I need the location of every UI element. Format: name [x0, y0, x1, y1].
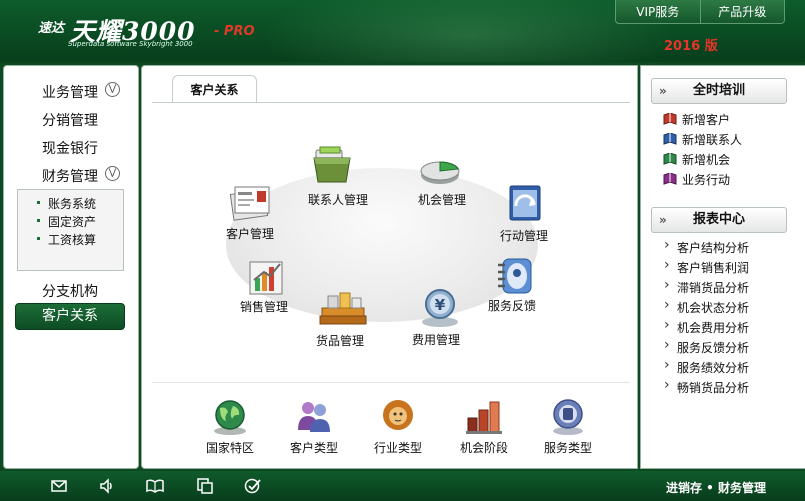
nav-business-management[interactable]: 业务管理 [42, 82, 98, 102]
finance-submenu: 账务系统 固定资产 工资核算 [17, 189, 124, 271]
category-industry-type[interactable]: 行业类型 [368, 398, 428, 458]
nav-distribution-management[interactable]: 分销管理 [42, 110, 98, 130]
book-icon [663, 173, 677, 185]
chevron-down-icon[interactable]: ⋁ [105, 82, 120, 97]
logo-pro: - PRO [214, 24, 255, 39]
app-header: 速达 天耀3000 - PRO Superdata software Skybr… [0, 0, 805, 62]
calendar-icon [509, 185, 541, 221]
module-sales-label: 销售管理 [240, 300, 289, 314]
training-business-action[interactable]: 业务行动 [663, 171, 731, 188]
category-service-type-label: 服务类型 [543, 441, 592, 455]
right-panel: » 全时培训 新增客户 新增联系人 新增机会 业务行动 » 报表中心 客户结构分… [640, 65, 805, 469]
module-contacts[interactable]: 联系人管理 [308, 146, 368, 207]
book-icon [663, 153, 677, 165]
report-header[interactable]: » 报表中心 [651, 207, 787, 233]
svg-text:¥: ¥ [435, 296, 446, 314]
top-buttons: VIP服务 产品升级 [615, 0, 785, 24]
nav-crm-active[interactable]: 客户关系 [15, 303, 125, 330]
report-opportunity-status[interactable]: 机会状态分析 [664, 297, 749, 316]
copy-icon[interactable] [196, 477, 214, 495]
report-service-feedback[interactable]: 服务反馈分析 [664, 337, 749, 356]
report-title: 报表中心 [692, 212, 745, 227]
nav-finance-management[interactable]: 财务管理 [42, 166, 98, 186]
category-customer-type-label: 客户类型 [289, 441, 338, 455]
double-chevron-icon: » [659, 213, 667, 227]
mail-icon[interactable] [50, 477, 68, 495]
training-new-opportunity[interactable]: 新增机会 [663, 151, 731, 168]
submenu-fixed-assets[interactable]: 固定资产 [36, 213, 96, 230]
footer-bar: 进销存 • 财务管理 [0, 471, 805, 501]
globe-icon [214, 400, 246, 435]
product-upgrade-button[interactable]: 产品升级 [699, 0, 785, 24]
module-expenses[interactable]: ¥ 费用管理 [412, 286, 462, 347]
report-best-selling-goods[interactable]: 畅销货品分析 [664, 377, 749, 396]
bar-chart-icon [249, 261, 283, 295]
tab-crm[interactable]: 客户关系 [172, 75, 257, 103]
module-expenses-label: 费用管理 [412, 333, 461, 347]
book-icon [663, 113, 677, 125]
report-slow-goods[interactable]: 滞销货品分析 [664, 277, 749, 296]
double-chevron-icon: » [659, 84, 667, 98]
nav-cash-bank[interactable]: 现金银行 [42, 138, 98, 158]
module-opportunities[interactable]: 机会管理 [418, 151, 466, 207]
category-customer-type[interactable]: 客户类型 [284, 398, 344, 458]
module-actions[interactable]: 行动管理 [500, 182, 548, 243]
section-divider [152, 382, 630, 383]
vip-service-button[interactable]: VIP服务 [615, 0, 700, 24]
business-card-icon [229, 186, 270, 221]
logo-prefix: 速达 [38, 21, 65, 36]
book-open-icon[interactable] [146, 477, 164, 495]
training-new-customer-label: 新增客户 [682, 113, 731, 127]
left-nav-panel: 业务管理 ⋁ 分销管理 现金银行 财务管理 ⋁ 账务系统 固定资产 工资核算 分… [3, 65, 139, 469]
report-customer-structure[interactable]: 客户结构分析 [664, 237, 749, 256]
logo-subtitle: Superdata software Skybright 3000 [68, 40, 193, 48]
module-service-feedback[interactable]: 服务反馈 [488, 256, 538, 313]
category-opportunity-stage[interactable]: 机会阶段 [454, 398, 514, 458]
folder-icon [313, 146, 351, 183]
products-icon [319, 292, 367, 325]
report-opportunity-cost[interactable]: 机会费用分析 [664, 317, 749, 336]
stage-bars-icon [466, 401, 502, 434]
module-contacts-label: 联系人管理 [308, 193, 369, 207]
module-goods[interactable]: 货品管理 [316, 290, 368, 348]
training-header[interactable]: » 全时培训 [651, 78, 787, 104]
module-customers-label: 客户管理 [226, 227, 275, 241]
coin-icon: ¥ [422, 289, 458, 327]
module-service-feedback-label: 服务反馈 [488, 299, 537, 313]
module-opportunities-label: 机会管理 [418, 193, 467, 207]
address-book-icon [498, 258, 532, 294]
training-new-customer[interactable]: 新增客户 [663, 111, 731, 128]
category-country-region-label: 国家特区 [205, 441, 254, 455]
category-service-type[interactable]: 服务类型 [538, 398, 598, 458]
lion-icon [383, 400, 413, 430]
speaker-icon[interactable] [98, 477, 116, 495]
report-service-performance[interactable]: 服务绩效分析 [664, 357, 749, 376]
module-goods-label: 货品管理 [316, 334, 365, 348]
footer-brand: 进销存 • 财务管理 [666, 481, 767, 495]
training-new-contact-label: 新增联系人 [682, 133, 743, 147]
category-industry-type-label: 行业类型 [373, 441, 422, 455]
pie-chart-icon [420, 161, 460, 184]
check-icon[interactable] [244, 477, 262, 495]
submenu-payroll[interactable]: 工资核算 [36, 231, 96, 248]
training-business-action-label: 业务行动 [682, 173, 731, 187]
training-new-contact[interactable]: 新增联系人 [663, 131, 743, 148]
module-sales[interactable]: 销售管理 [240, 258, 288, 314]
book-icon [663, 133, 677, 145]
users-icon [298, 402, 330, 432]
category-opportunity-stage-label: 机会阶段 [459, 441, 508, 455]
module-actions-label: 行动管理 [500, 229, 549, 243]
module-customers[interactable]: 客户管理 [226, 182, 274, 241]
service-icon [553, 399, 583, 435]
training-new-opportunity-label: 新增机会 [682, 153, 731, 167]
main-panel: 客户关系 联系人管理 机会管理 客户管理 行动管理 销售管理 服务反馈 货品管理… [141, 65, 638, 469]
report-customer-sales-profit[interactable]: 客户销售利润 [664, 257, 749, 276]
tab-underline [152, 102, 630, 103]
chevron-down-icon[interactable]: ⋁ [105, 166, 120, 181]
submenu-accounting[interactable]: 账务系统 [36, 195, 96, 212]
nav-branch[interactable]: 分支机构 [42, 281, 98, 301]
version-label: 2016 版 [664, 39, 718, 54]
category-country-region[interactable]: 国家特区 [200, 398, 260, 458]
training-title: 全时培训 [692, 83, 745, 98]
